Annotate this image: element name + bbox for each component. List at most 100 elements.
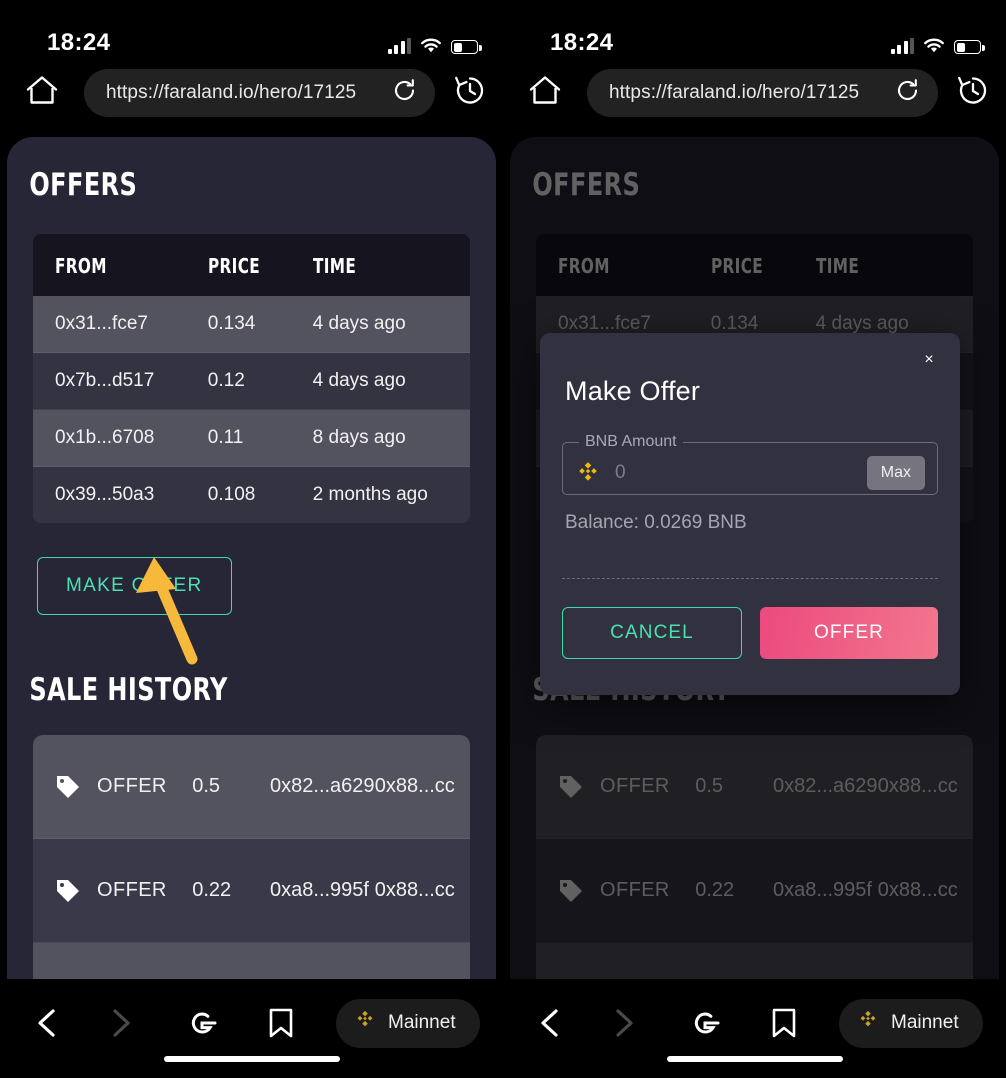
sale-type: OFFER [97, 879, 167, 901]
page-title-sale-history: SALE HISTORY [29, 672, 228, 708]
sale-to: 0x88...cc [374, 775, 455, 797]
table-row[interactable]: 0x7b...d517 0.12 4 days ago [33, 352, 470, 410]
tag-icon [558, 774, 584, 800]
phone-screen-right: 18:24 https://faraland.io/hero/17125 OFF… [503, 0, 1006, 1078]
max-button[interactable]: Max [866, 455, 925, 490]
status-clock: 18:24 [47, 29, 111, 56]
google-g-icon[interactable] [186, 1007, 218, 1039]
sale-type: OFFER [600, 775, 670, 797]
url-bar[interactable]: https://faraland.io/hero/17125 [587, 69, 938, 117]
list-item: OFFER 0.22 0xa8...995f 0x88...cc [536, 839, 973, 943]
bnb-amount-field[interactable]: BNB Amount 0 Max [562, 433, 938, 495]
offer-price: 0.11 [207, 409, 313, 467]
status-indicators [890, 32, 985, 54]
offer-price: 0.108 [207, 466, 313, 523]
list-item[interactable]: OFFER 0.22 0xa8...995f 0x88...cc [33, 839, 470, 943]
balance-text: Balance: 0.0269 BNB [565, 512, 747, 533]
dialog-actions: CANCEL OFFER [562, 607, 938, 659]
bnb-amount-input[interactable]: 0 [615, 462, 867, 484]
offer-price: 0.134 [207, 296, 313, 353]
list-item: OFFER 0.05 0xa8...995f 0x88...cc [536, 943, 973, 979]
sale-price: 0.5 [695, 775, 724, 797]
offer-time: 2 months ago [312, 466, 470, 523]
close-icon[interactable]: × [914, 345, 944, 375]
binance-icon [857, 1009, 879, 1037]
cellular-signal-icon [387, 38, 411, 54]
offer-time: 4 days ago [312, 296, 470, 353]
status-bar-right: 18:24 [503, 0, 1006, 62]
table-row[interactable]: 0x31...fce7 0.134 4 days ago [33, 296, 470, 353]
network-selector[interactable]: Mainnet [336, 998, 480, 1048]
reload-icon[interactable] [895, 78, 920, 108]
tag-icon [558, 878, 584, 904]
sale-to: 0x88...cc [877, 879, 958, 901]
sale-history-list: OFFER 0.5 0x82...a629 0x88...cc OFFER 0.… [536, 735, 973, 979]
screenshot-root: 18:24 https://faraland.io/hero/17125 OFF… [0, 0, 1006, 1078]
list-item: OFFER 0.5 0x82...a629 0x88...cc [536, 735, 973, 839]
make-offer-button[interactable]: MAKE OFFER [37, 557, 232, 615]
sale-type: OFFER [600, 879, 670, 901]
chevron-right-icon [106, 1007, 136, 1039]
list-item[interactable]: OFFER 0.05 0xa8...995f 0x88...cc [33, 943, 470, 979]
phone-screen-left: 18:24 https://faraland.io/hero/17125 OFF… [0, 0, 503, 1078]
sale-from: 0xa8...995f [773, 879, 872, 901]
offers-col-from: FROM [536, 234, 711, 296]
home-icon[interactable] [25, 75, 59, 112]
offer-from: 0x1b...6708 [33, 409, 208, 467]
offer-button[interactable]: OFFER [760, 607, 938, 659]
sale-history-list: OFFER 0.5 0x82...a629 0x88...cc OFFER 0.… [33, 735, 470, 979]
offers-col-price: PRICE [710, 234, 816, 296]
google-g-icon[interactable] [689, 1007, 721, 1039]
offers-table-wrap: FROM PRICE TIME 0x31...fce7 0.134 4 days… [33, 234, 470, 523]
chevron-right-icon [609, 1007, 639, 1039]
browser-toolbar-left: https://faraland.io/hero/17125 [0, 62, 503, 124]
home-icon[interactable] [528, 75, 562, 112]
chevron-left-icon[interactable] [32, 1007, 62, 1039]
url-text: https://faraland.io/hero/17125 [106, 82, 357, 103]
status-bar-left: 18:24 [0, 0, 503, 62]
offers-col-price: PRICE [207, 234, 313, 296]
reload-icon[interactable] [392, 78, 417, 108]
sale-to: 0x88...cc [374, 879, 455, 901]
home-indicator [163, 1056, 340, 1062]
dialog-title: Make Offer [565, 376, 701, 406]
offers-col-time: TIME [312, 234, 470, 296]
url-bar[interactable]: https://faraland.io/hero/17125 [84, 69, 435, 117]
chevron-left-icon[interactable] [535, 1007, 565, 1039]
offer-from: 0x7b...d517 [33, 352, 208, 410]
bookmark-icon[interactable] [268, 1007, 294, 1039]
offer-from: 0x39...50a3 [33, 466, 208, 523]
offers-table-header-row: FROM PRICE TIME [33, 234, 470, 296]
history-icon[interactable] [956, 74, 990, 113]
sale-price: 0.5 [192, 775, 221, 797]
offer-price: 0.12 [207, 352, 313, 410]
sale-price: 0.22 [192, 879, 232, 901]
browser-toolbar-right: https://faraland.io/hero/17125 [503, 62, 1006, 124]
sale-from: 0x82...a629 [773, 775, 878, 797]
offers-col-time: TIME [815, 234, 973, 296]
bottom-nav-right: Mainnet [503, 979, 1006, 1078]
bookmark-icon[interactable] [771, 1007, 797, 1039]
sale-from: 0xa8...995f [270, 879, 369, 901]
network-selector[interactable]: Mainnet [839, 998, 983, 1048]
cellular-signal-icon [890, 38, 914, 54]
make-offer-dialog: × Make Offer BNB Amount 0 Max Balance: 0… [540, 333, 960, 695]
bnb-amount-label: BNB Amount [585, 433, 677, 450]
home-indicator [666, 1056, 843, 1062]
network-label: Mainnet [388, 1012, 456, 1033]
binance-icon [575, 460, 601, 486]
table-row[interactable]: 0x39...50a3 0.108 2 months ago [33, 466, 470, 523]
cancel-button[interactable]: CANCEL [562, 607, 742, 659]
sale-to: 0x88...cc [877, 775, 958, 797]
history-icon[interactable] [453, 74, 487, 113]
table-row[interactable]: 0x1b...6708 0.11 8 days ago [33, 409, 470, 467]
offer-time: 8 days ago [312, 409, 470, 467]
list-item[interactable]: OFFER 0.5 0x82...a629 0x88...cc [33, 735, 470, 839]
tag-icon [55, 878, 81, 904]
page-title-offers: OFFERS [29, 167, 138, 203]
wifi-icon [420, 37, 442, 54]
sale-type: OFFER [97, 775, 167, 797]
faraland-app-panel-right: OFFERS FROM PRICE TIME 0x31...fce7 0.134… [510, 137, 999, 979]
bottom-nav-left: Mainnet [0, 979, 503, 1078]
offer-from: 0x31...fce7 [33, 296, 208, 353]
